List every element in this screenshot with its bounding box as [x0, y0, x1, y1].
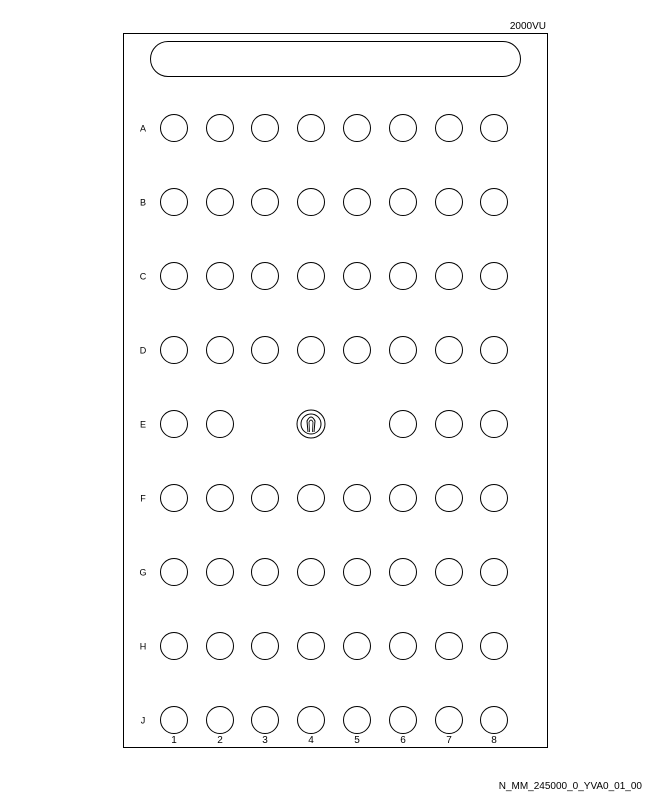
- pin-g6: [389, 558, 417, 586]
- pin-b4: [297, 188, 325, 216]
- pin-f1: [160, 484, 188, 512]
- pin-b5: [343, 188, 371, 216]
- row-label-h: H: [140, 642, 147, 652]
- pin-c3: [251, 262, 279, 290]
- pin-c5: [343, 262, 371, 290]
- pin-b1: [160, 188, 188, 216]
- pin-j3: [251, 706, 279, 734]
- pin-h1: [160, 632, 188, 660]
- pin-j1: [160, 706, 188, 734]
- pin-h2: [206, 632, 234, 660]
- pin-c1: [160, 262, 188, 290]
- pin-f6: [389, 484, 417, 512]
- pin-d8: [480, 336, 508, 364]
- pin-f2: [206, 484, 234, 512]
- pin-j4: [297, 706, 325, 734]
- pin-a4: [297, 114, 325, 142]
- row-label-f: F: [140, 494, 146, 504]
- row-label-g: G: [139, 568, 146, 578]
- pin-h5: [343, 632, 371, 660]
- pin-a3: [251, 114, 279, 142]
- row-label-c: C: [140, 272, 147, 282]
- pin-a1: [160, 114, 188, 142]
- pin-e6: [389, 410, 417, 438]
- pin-e8: [480, 410, 508, 438]
- pin-a5: [343, 114, 371, 142]
- column-label-1: 1: [171, 735, 177, 746]
- pin-h7: [435, 632, 463, 660]
- row-label-b: B: [140, 198, 146, 208]
- pin-g3: [251, 558, 279, 586]
- drawing-id: N_MM_245000_0_YVA0_01_00: [499, 781, 643, 792]
- pin-b7: [435, 188, 463, 216]
- column-label-3: 3: [262, 735, 268, 746]
- pin-c8: [480, 262, 508, 290]
- column-label-6: 6: [400, 735, 406, 746]
- pin-d5: [343, 336, 371, 364]
- column-label-5: 5: [354, 735, 360, 746]
- column-label-7: 7: [446, 735, 452, 746]
- pin-d7: [435, 336, 463, 364]
- pin-h3: [251, 632, 279, 660]
- pin-c7: [435, 262, 463, 290]
- row-label-j: J: [141, 716, 146, 726]
- pin-c2: [206, 262, 234, 290]
- column-label-8: 8: [491, 735, 497, 746]
- pin-j8: [480, 706, 508, 734]
- pin-j7: [435, 706, 463, 734]
- column-label-4: 4: [308, 735, 314, 746]
- row-label-d: D: [140, 346, 147, 356]
- pin-d1: [160, 336, 188, 364]
- pin-f4: [297, 484, 325, 512]
- row-label-e: E: [140, 420, 146, 430]
- pin-c4: [297, 262, 325, 290]
- pin-g2: [206, 558, 234, 586]
- pin-e1: [160, 410, 188, 438]
- pin-j6: [389, 706, 417, 734]
- pin-f8: [480, 484, 508, 512]
- column-labels: 1 2 3 4 5 6 7 8: [171, 735, 497, 746]
- pin-b8: [480, 188, 508, 216]
- label-slot: [150, 41, 521, 77]
- pin-b2: [206, 188, 234, 216]
- pin-grid: [160, 114, 508, 734]
- row-label-a: A: [140, 124, 146, 134]
- pin-h4: [297, 632, 325, 660]
- pin-a6: [389, 114, 417, 142]
- pin-d2: [206, 336, 234, 364]
- coding-key-e4: [296, 409, 326, 439]
- pin-g1: [160, 558, 188, 586]
- pin-h8: [480, 632, 508, 660]
- pin-g5: [343, 558, 371, 586]
- connector-face-diagram: 2000VU A B C D E F G H J 1 2 3 4 5 6 7 8 N_MM_245000_0_…: [123, 21, 643, 792]
- pin-j5: [343, 706, 371, 734]
- pin-b3: [251, 188, 279, 216]
- pin-d6: [389, 336, 417, 364]
- column-label-2: 2: [217, 735, 223, 746]
- pin-h6: [389, 632, 417, 660]
- pin-d4: [297, 336, 325, 364]
- connector-body: [123, 33, 548, 748]
- pin-e7: [435, 410, 463, 438]
- pin-g4: [297, 558, 325, 586]
- pin-f5: [343, 484, 371, 512]
- model-label: 2000VU: [510, 21, 546, 32]
- pin-b6: [389, 188, 417, 216]
- pin-c6: [389, 262, 417, 290]
- pin-g7: [435, 558, 463, 586]
- pin-g8: [480, 558, 508, 586]
- row-labels: A B C D E F G H J: [139, 124, 146, 726]
- pin-f7: [435, 484, 463, 512]
- pin-f3: [251, 484, 279, 512]
- pin-a8: [480, 114, 508, 142]
- pin-j2: [206, 706, 234, 734]
- pin-a7: [435, 114, 463, 142]
- pin-a2: [206, 114, 234, 142]
- pin-d3: [251, 336, 279, 364]
- pin-e2: [206, 410, 234, 438]
